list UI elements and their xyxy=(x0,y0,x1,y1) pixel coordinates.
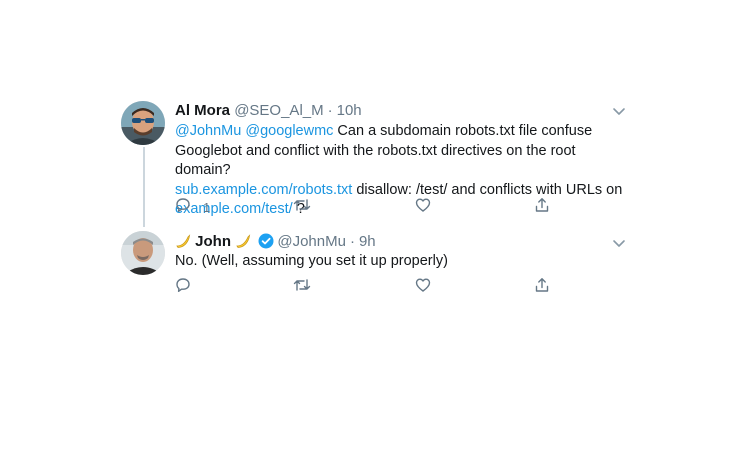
retweet-button[interactable] xyxy=(293,197,311,217)
reply-count: 1 xyxy=(203,199,211,215)
retweet-icon xyxy=(293,277,311,298)
tweet-header: Al Mora @SEO_Al_M · 10h xyxy=(175,101,362,121)
author-name[interactable]: Al Mora xyxy=(175,102,230,119)
thread-connector-line xyxy=(143,147,145,227)
author-handle[interactable]: @JohnMu xyxy=(277,233,346,250)
avatar[interactable] xyxy=(121,231,165,275)
tweet-text-part: disallow: /test/ and conflicts with URLs… xyxy=(352,181,623,198)
reply-icon xyxy=(175,277,191,298)
mention-link[interactable]: @JohnMu xyxy=(175,123,241,139)
reply-button[interactable] xyxy=(175,277,191,297)
tweet-timestamp[interactable]: 10h xyxy=(337,102,362,119)
share-icon xyxy=(534,277,550,298)
like-icon xyxy=(415,197,431,218)
tweet-timestamp[interactable]: 9h xyxy=(359,233,376,250)
tweet-actions: 1 xyxy=(175,197,555,217)
share-icon xyxy=(534,197,550,218)
tweet-header: John @JohnMu · 9h xyxy=(175,232,376,252)
separator-dot: · xyxy=(349,233,355,250)
separator-dot: · xyxy=(327,102,333,119)
author-handle[interactable]: @SEO_Al_M xyxy=(234,102,323,119)
chevron-down-icon[interactable] xyxy=(612,235,626,247)
share-button[interactable] xyxy=(534,277,550,297)
share-button[interactable] xyxy=(534,197,550,217)
retweet-button[interactable] xyxy=(293,277,311,297)
reply-button[interactable]: 1 xyxy=(175,197,210,217)
mention-link[interactable]: @googlewmc xyxy=(245,123,333,139)
url-link[interactable]: sub.example.com/robots.txt xyxy=(175,182,352,198)
tweet-actions xyxy=(175,277,555,297)
like-button[interactable] xyxy=(415,197,431,217)
avatar[interactable] xyxy=(121,101,165,145)
like-icon xyxy=(415,277,431,298)
tweet-text: No. (Well, assuming you set it up proper… xyxy=(175,253,448,269)
retweet-icon xyxy=(293,197,311,218)
author-name[interactable]: John xyxy=(195,233,231,250)
chevron-down-icon[interactable] xyxy=(612,103,626,115)
like-button[interactable] xyxy=(415,277,431,297)
reply-icon xyxy=(175,197,191,218)
